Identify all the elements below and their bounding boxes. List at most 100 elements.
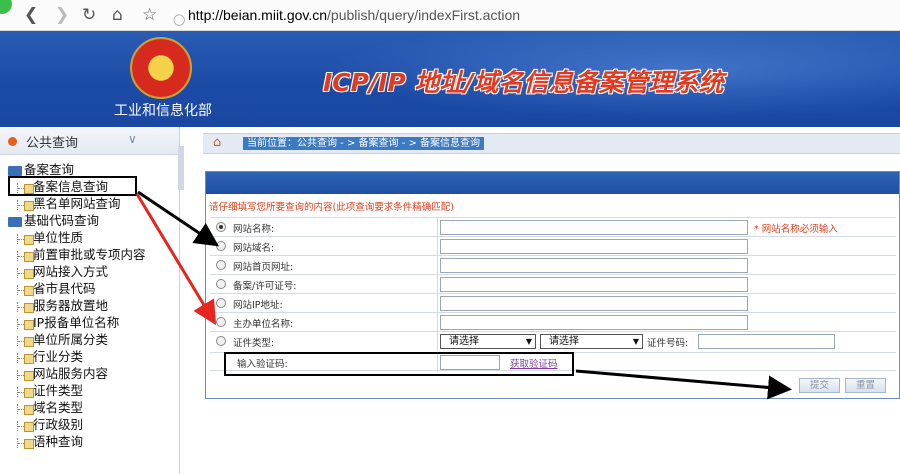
radio-domain[interactable] — [216, 241, 226, 251]
tree-label: 黑名单网站查询 — [33, 196, 121, 211]
submit-button[interactable]: 提交 — [799, 378, 840, 393]
site-banner: 工业和信息化部 ICP/IP 地址/域名信息备案管理系统 — [0, 31, 900, 127]
radio-ip[interactable] — [216, 298, 226, 308]
field-label: 网站首页网址: — [233, 262, 294, 273]
doc-icon — [17, 250, 34, 262]
tree-label: 单位所属分类 — [33, 332, 109, 347]
tree-item[interactable]: 省市县代码 — [17, 280, 96, 297]
doc-icon — [17, 420, 34, 432]
sidebar-heading-label: 公共查询 — [26, 136, 79, 151]
radio-homepage[interactable] — [216, 260, 226, 270]
doc-icon — [17, 233, 34, 245]
cert-subtype-select[interactable]: 请选择 ▼ — [540, 334, 643, 349]
doc-icon — [17, 301, 34, 313]
extension-badge-icon — [0, 0, 12, 14]
tree-label: IP报备单位名称 — [33, 315, 120, 330]
doc-icon — [17, 318, 34, 330]
form-note: 请仔细填写您所要查询的内容(此项查询要求条件精确匹配) — [209, 202, 454, 213]
tree-item[interactable]: 语种查询 — [17, 433, 83, 450]
tree-label: 前置审批或专项内容 — [33, 247, 146, 262]
doc-icon — [17, 335, 34, 347]
ip-input[interactable] — [440, 296, 748, 311]
tree-label: 备案查询 — [24, 162, 75, 177]
home-icon: ⌂ — [213, 135, 222, 150]
dropdown-arrow-icon: ▼ — [632, 337, 639, 346]
doc-icon — [17, 369, 34, 381]
tree-item[interactable]: 网站接入方式 — [17, 263, 108, 280]
tree-label: 网站服务内容 — [33, 366, 109, 381]
tree-item[interactable]: 域名类型 — [17, 399, 83, 416]
tree-item[interactable]: 单位性质 — [17, 229, 83, 246]
cert-number-label: 证件号码: — [647, 338, 689, 349]
folder-icon — [8, 165, 22, 176]
tree-item[interactable]: 行政级别 — [17, 416, 83, 433]
chevron-down-icon[interactable]: ∨ — [128, 132, 137, 146]
field-label: 备案/许可证号: — [233, 281, 297, 292]
tree-item[interactable]: 前置审批或专项内容 — [17, 246, 146, 263]
breadcrumb: ⌂ 当前位置：公共查询 - > 备案查询 - > 备案信息查询 — [203, 133, 900, 154]
doc-icon — [17, 352, 34, 364]
tree-label: 证件类型 — [33, 383, 84, 398]
site-name-input[interactable] — [440, 220, 748, 235]
field-row-ip: 网站IP地址: — [210, 293, 896, 313]
form-header-bar — [206, 172, 899, 194]
cert-number-input[interactable] — [698, 334, 835, 349]
doc-icon — [17, 267, 34, 279]
field-row-site-name: 网站名称: * 网站名称必须输入 — [210, 217, 896, 237]
tree-item[interactable]: 服务器放置地 — [17, 297, 108, 314]
select-value: 请选择 — [449, 336, 479, 347]
tree-item[interactable]: 网站服务内容 — [17, 365, 108, 382]
doc-icon — [17, 284, 34, 296]
back-icon[interactable]: ❮ — [24, 4, 38, 26]
forward-icon[interactable]: ❯ — [55, 4, 69, 26]
sidebar-collapse-handle[interactable] — [178, 146, 184, 190]
doc-icon — [17, 199, 34, 211]
tree-item[interactable]: 行业分类 — [17, 348, 83, 365]
shield-icon: ◯ — [173, 13, 186, 26]
reset-button[interactable]: 重置 — [845, 378, 886, 393]
homepage-input[interactable] — [440, 258, 748, 273]
annotation-box-menu — [8, 176, 137, 196]
field-label: 网站域名: — [233, 243, 275, 254]
required-note: * 网站名称必须输入 — [754, 224, 838, 235]
tree-label: 单位性质 — [33, 230, 84, 245]
tree-item[interactable]: IP报备单位名称 — [17, 314, 119, 331]
tree-folder-base-code[interactable]: 基础代码查询 — [8, 212, 99, 229]
tree-item-blacklist[interactable]: 黑名单网站查询 — [17, 195, 121, 212]
field-label: 证件类型: — [233, 338, 275, 349]
radio-organizer[interactable] — [216, 317, 226, 327]
field-row-organizer: 主办单位名称: — [210, 312, 896, 332]
bullet-icon — [8, 137, 17, 146]
tree-item[interactable]: 单位所属分类 — [17, 331, 108, 348]
tree-label: 服务器放置地 — [33, 298, 109, 313]
field-row-domain: 网站域名: — [210, 236, 896, 256]
cert-type-select[interactable]: 请选择 ▼ — [440, 334, 536, 349]
organizer-input[interactable] — [440, 315, 748, 330]
home-icon[interactable]: ⌂ — [112, 4, 123, 26]
reload-icon[interactable]: ↻ — [82, 4, 96, 26]
field-row-cert: 证件类型: 请选择 ▼ 请选择 ▼ 证件号码: — [210, 331, 896, 351]
field-label: 网站IP地址: — [233, 300, 283, 311]
breadcrumb-text: 当前位置：公共查询 - > 备案查询 - > 备案信息查询 — [243, 137, 485, 150]
doc-icon — [17, 386, 34, 398]
tree-label: 行政级别 — [33, 417, 84, 432]
dropdown-arrow-icon: ▼ — [525, 337, 532, 346]
address-bar[interactable]: http://beian.miit.gov.cn/publish/query/i… — [188, 7, 520, 23]
star-icon[interactable]: ☆ — [142, 4, 157, 26]
url-path: /publish/query/indexFirst.action — [327, 7, 521, 23]
radio-cert-type[interactable] — [216, 336, 226, 346]
radio-license[interactable] — [216, 279, 226, 289]
field-row-license: 备案/许可证号: — [210, 274, 896, 294]
sidebar-heading[interactable]: 公共查询 ∨ — [0, 127, 179, 155]
license-input[interactable] — [440, 277, 748, 292]
tree-label: 行业分类 — [33, 349, 84, 364]
tree-item[interactable]: 证件类型 — [17, 382, 83, 399]
domain-input[interactable] — [440, 239, 748, 254]
radio-site-name[interactable] — [216, 222, 226, 232]
doc-icon — [17, 437, 34, 449]
department-name: 工业和信息化部 — [114, 103, 212, 119]
tree-label: 省市县代码 — [33, 281, 96, 296]
field-label: 主办单位名称: — [233, 319, 294, 330]
national-emblem-icon — [130, 37, 192, 99]
tree-label: 语种查询 — [33, 434, 84, 449]
